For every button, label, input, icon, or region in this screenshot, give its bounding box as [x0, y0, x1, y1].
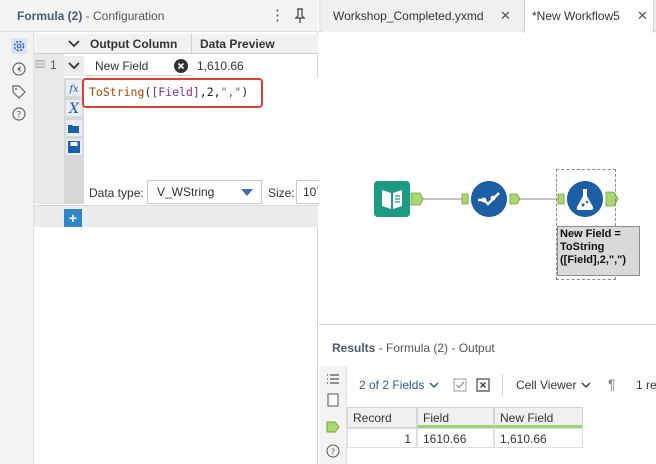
data-type-value[interactable]: V_WString	[157, 185, 214, 199]
navigate-icon[interactable]	[11, 61, 27, 77]
expression-field: [Field]	[151, 85, 200, 99]
svg-text:?: ?	[331, 448, 335, 457]
save-icon[interactable]	[66, 139, 82, 155]
gear-icon[interactable]	[11, 38, 27, 54]
chevron-down-icon[interactable]	[580, 380, 592, 390]
data-preview-value: 1,610.66	[197, 59, 244, 73]
expression-grid-header: Output Column Data Preview	[34, 34, 318, 54]
size-value[interactable]: 1073741823	[303, 185, 318, 199]
pin-icon[interactable]	[292, 7, 308, 25]
column-header-record[interactable]: Record	[347, 407, 417, 428]
panel-subtitle: - Configuration	[82, 9, 165, 23]
data-preview-header: Data Preview	[200, 37, 275, 51]
pilcrow-icon[interactable]: ¶	[608, 376, 616, 392]
fields-dropdown[interactable]: 2 of 2 Fields	[359, 378, 424, 392]
caret-down-icon[interactable]	[241, 189, 253, 196]
input-tool-icon[interactable]	[374, 181, 410, 217]
cell-viewer-dropdown[interactable]: Cell Viewer	[516, 378, 576, 392]
add-expression-button[interactable]: +	[64, 209, 82, 227]
configuration-title: Formula (2) - Configuration	[17, 9, 164, 23]
expression-function: ToString	[89, 85, 145, 99]
output-column-header: Output Column	[90, 37, 178, 51]
functions-icon[interactable]: fx	[66, 80, 82, 96]
results-title: Results - Formula (2) - Output	[332, 341, 495, 355]
clear-icon[interactable]	[174, 59, 188, 73]
row-number: 1	[50, 58, 57, 72]
results-heading: Results	[332, 341, 376, 355]
chevron-down-icon[interactable]	[66, 58, 82, 74]
variables-icon[interactable]: X	[66, 100, 82, 116]
results-subtitle: - Formula (2) - Output	[375, 341, 495, 355]
svg-text:?: ?	[17, 111, 22, 121]
summarize-tool-icon[interactable]	[471, 181, 507, 217]
help-icon[interactable]: ?	[11, 106, 27, 122]
list-icon[interactable]	[326, 372, 340, 386]
table-cell-new-field[interactable]: 1,610.66	[494, 428, 583, 448]
svg-text:fx: fx	[68, 84, 79, 95]
table-cell-field[interactable]: 1610.66	[417, 428, 494, 448]
formula-tool-icon[interactable]	[567, 181, 603, 217]
output-column-value[interactable]: New Field	[95, 59, 148, 73]
help-icon[interactable]: ?	[326, 444, 340, 458]
tab-label[interactable]: *New Workflow5	[532, 9, 620, 23]
output-anchor-icon[interactable]	[326, 420, 340, 434]
table-cell-record[interactable]: 1	[347, 428, 417, 448]
expression-close-paren: )	[241, 85, 249, 99]
open-folder-icon[interactable]	[66, 120, 82, 136]
close-icon[interactable]: ✕	[500, 8, 511, 24]
annotation-text: New Field = ToString ([Field],2,",")	[560, 228, 627, 266]
expression-args: ,2,	[199, 85, 221, 99]
deselect-icon[interactable]	[476, 378, 490, 392]
chevron-down-icon[interactable]	[64, 34, 84, 54]
close-icon[interactable]: ✕	[637, 8, 648, 24]
tab-label[interactable]: Workshop_Completed.yxmd	[333, 9, 484, 23]
data-type-label: Data type:	[89, 186, 144, 200]
drag-handle-icon[interactable]	[34, 58, 46, 70]
header-divider	[191, 34, 192, 54]
row-gutter	[34, 54, 64, 204]
expression-text[interactable]: ToString([Field],2,",")	[89, 85, 248, 99]
check-box-icon[interactable]	[453, 378, 467, 392]
document-icon[interactable]	[326, 393, 340, 407]
record-count: 1 record	[636, 378, 656, 392]
svg-text:X: X	[68, 101, 80, 116]
toolbar-divider	[502, 374, 503, 396]
expression-string: ","	[220, 85, 242, 99]
tag-icon[interactable]	[11, 84, 27, 100]
tool-name: Formula (2)	[17, 9, 83, 23]
column-header-field[interactable]: Field	[417, 407, 494, 428]
size-label: Size:	[268, 186, 295, 200]
column-header-new-field[interactable]: New Field	[494, 407, 583, 428]
chevron-down-icon[interactable]	[428, 380, 440, 390]
more-options-icon[interactable]: ⋮	[270, 7, 285, 25]
